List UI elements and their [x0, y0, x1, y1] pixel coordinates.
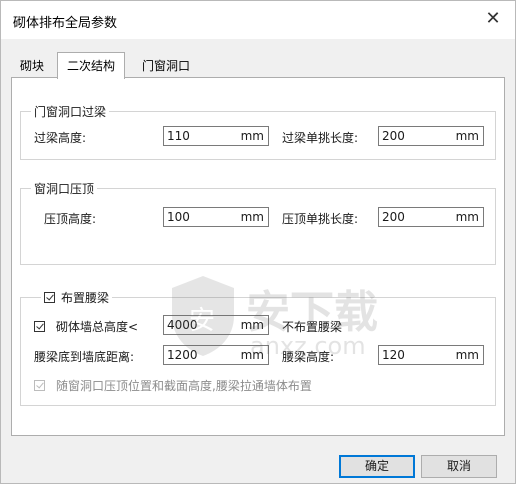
title-bar: 砌体排布全局参数 ✕ — [1, 1, 515, 39]
beam-height-unit: mm — [455, 348, 479, 362]
beam-height-label: 腰梁高度: — [282, 350, 335, 364]
beam-bottom-distance-value: 1200 — [167, 348, 198, 362]
window-top-height-value: 100 — [167, 210, 190, 224]
lintel-height-value: 110 — [167, 129, 190, 143]
window-top-single-pick-input[interactable]: 200 mm — [378, 207, 484, 227]
tab-block[interactable]: 砌块 — [13, 56, 51, 77]
wall-height-checkbox[interactable] — [34, 321, 45, 332]
lintel-single-pick-value: 200 — [382, 129, 405, 143]
window-top-height-label: 压顶高度: — [44, 212, 97, 226]
close-icon[interactable]: ✕ — [481, 7, 505, 31]
beam-height-value: 120 — [382, 348, 405, 362]
lintel-single-pick-unit: mm — [455, 129, 479, 143]
tab-panel: 门窗洞口过梁 过梁高度: 110 mm 过梁单挑长度: 200 mm 窗洞口压顶… — [11, 77, 505, 436]
wall-height-unit: mm — [240, 318, 264, 332]
wall-height-value: 4000 — [167, 318, 198, 332]
beam-bottom-distance-input[interactable]: 1200 mm — [163, 345, 269, 365]
waist-beam-legend: 布置腰梁 — [41, 289, 113, 306]
lintel-legend: 门窗洞口过梁 — [31, 103, 110, 120]
follow-window-top-label: 随窗洞口压顶位置和截面高度,腰梁拉通墙体布置 — [56, 379, 312, 393]
lintel-single-pick-label: 过梁单挑长度: — [282, 131, 359, 145]
window-top-single-pick-unit: mm — [455, 210, 479, 224]
window-top-single-pick-label: 压顶单挑长度: — [282, 212, 359, 226]
cancel-button[interactable]: 取消 — [421, 455, 497, 478]
window-top-legend: 窗洞口压顶 — [31, 180, 98, 197]
lintel-group: 门窗洞口过梁 过梁高度: 110 mm 过梁单挑长度: 200 mm — [20, 103, 496, 160]
waist-beam-group: 布置腰梁 砌体墙总高度< 4000 mm 不布置腰梁 腰梁底到墙底距离: 120… — [20, 289, 496, 406]
lintel-height-unit: mm — [240, 129, 264, 143]
beam-bottom-distance-unit: mm — [240, 348, 264, 362]
window-title: 砌体排布全局参数 — [13, 16, 118, 31]
lintel-height-label: 过梁高度: — [34, 131, 87, 145]
window-top-height-unit: mm — [240, 210, 264, 224]
dialog-window: 砌体排布全局参数 ✕ 砌块 二次结构 门窗洞口 门窗洞口过梁 过梁高度: 110… — [0, 0, 516, 484]
follow-window-top-checkbox[interactable] — [34, 380, 45, 391]
window-top-height-input[interactable]: 100 mm — [163, 207, 269, 227]
window-top-group: 窗洞口压顶 压顶高度: 100 mm 压顶单挑长度: 200 mm — [20, 180, 496, 265]
no-waist-beam-note: 不布置腰梁 — [282, 320, 343, 334]
window-top-single-pick-value: 200 — [382, 210, 405, 224]
wall-height-input[interactable]: 4000 mm — [163, 315, 269, 335]
tab-door-window-opening[interactable]: 门窗洞口 — [135, 56, 197, 77]
beam-bottom-distance-label: 腰梁底到墙底距离: — [34, 350, 135, 364]
tab-secondary-structure[interactable]: 二次结构 — [57, 52, 126, 79]
wall-height-label: 砌体墙总高度< — [56, 320, 139, 334]
waist-beam-legend-label: 布置腰梁 — [61, 291, 110, 305]
lintel-height-input[interactable]: 110 mm — [163, 126, 269, 146]
waist-beam-checkbox[interactable] — [44, 292, 55, 303]
beam-height-input[interactable]: 120 mm — [378, 345, 484, 365]
tab-strip: 砌块 二次结构 门窗洞口 — [11, 52, 505, 79]
lintel-single-pick-input[interactable]: 200 mm — [378, 126, 484, 146]
ok-button[interactable]: 确定 — [339, 455, 415, 478]
